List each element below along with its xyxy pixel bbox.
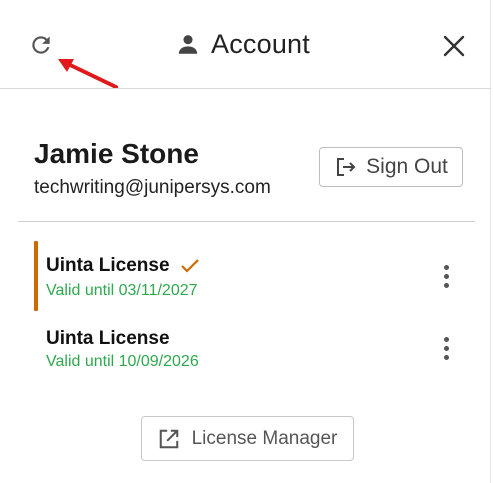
kebab-dot-icon [443, 336, 449, 342]
sign-out-label: Sign Out [366, 155, 448, 178]
refresh-icon [32, 36, 50, 54]
license-validity: Valid until 03/11/2027 [46, 282, 198, 299]
close-button[interactable] [436, 28, 472, 64]
kebab-dot-icon [443, 264, 449, 270]
sign-out-button[interactable]: Sign Out [319, 147, 463, 187]
license-menu-button[interactable] [434, 256, 458, 296]
license-name: Uinta License [46, 328, 170, 350]
panel-title-text: Account [211, 28, 310, 59]
kebab-dot-icon [443, 282, 449, 288]
kebab-dot-icon [443, 273, 449, 279]
license-validity: Valid until 10/09/2026 [46, 353, 199, 370]
license-name: Uinta License [46, 255, 200, 277]
license-menu-button[interactable] [434, 328, 458, 368]
kebab-dot-icon [443, 345, 449, 351]
checkmark-icon [180, 259, 199, 273]
license-name-text: Uinta License [46, 328, 170, 349]
user-divider [18, 221, 475, 222]
panel-title: Account [175, 24, 310, 64]
license-manager-button[interactable]: License Manager [141, 416, 354, 461]
close-icon [443, 35, 465, 57]
selected-indicator [34, 241, 38, 311]
license-name-text: Uinta License [46, 255, 170, 276]
license-row[interactable]: Uinta License Valid until 03/11/2027 [34, 241, 474, 311]
user-email: techwriting@junipersys.com [34, 177, 271, 198]
panel-header: Account [0, 0, 491, 89]
external-link-icon [159, 429, 178, 448]
license-row[interactable]: Uinta License Valid until 10/09/2026 [34, 314, 474, 384]
sign-out-icon [337, 158, 356, 176]
annotation-arrow-icon [58, 59, 118, 89]
user-name: Jamie Stone [34, 138, 199, 169]
account-panel: Account Jamie Stone techwriting@junipers… [0, 0, 491, 483]
kebab-dot-icon [443, 354, 449, 360]
license-manager-label: License Manager [191, 427, 338, 449]
header-divider [0, 88, 491, 89]
person-icon [178, 35, 198, 54]
